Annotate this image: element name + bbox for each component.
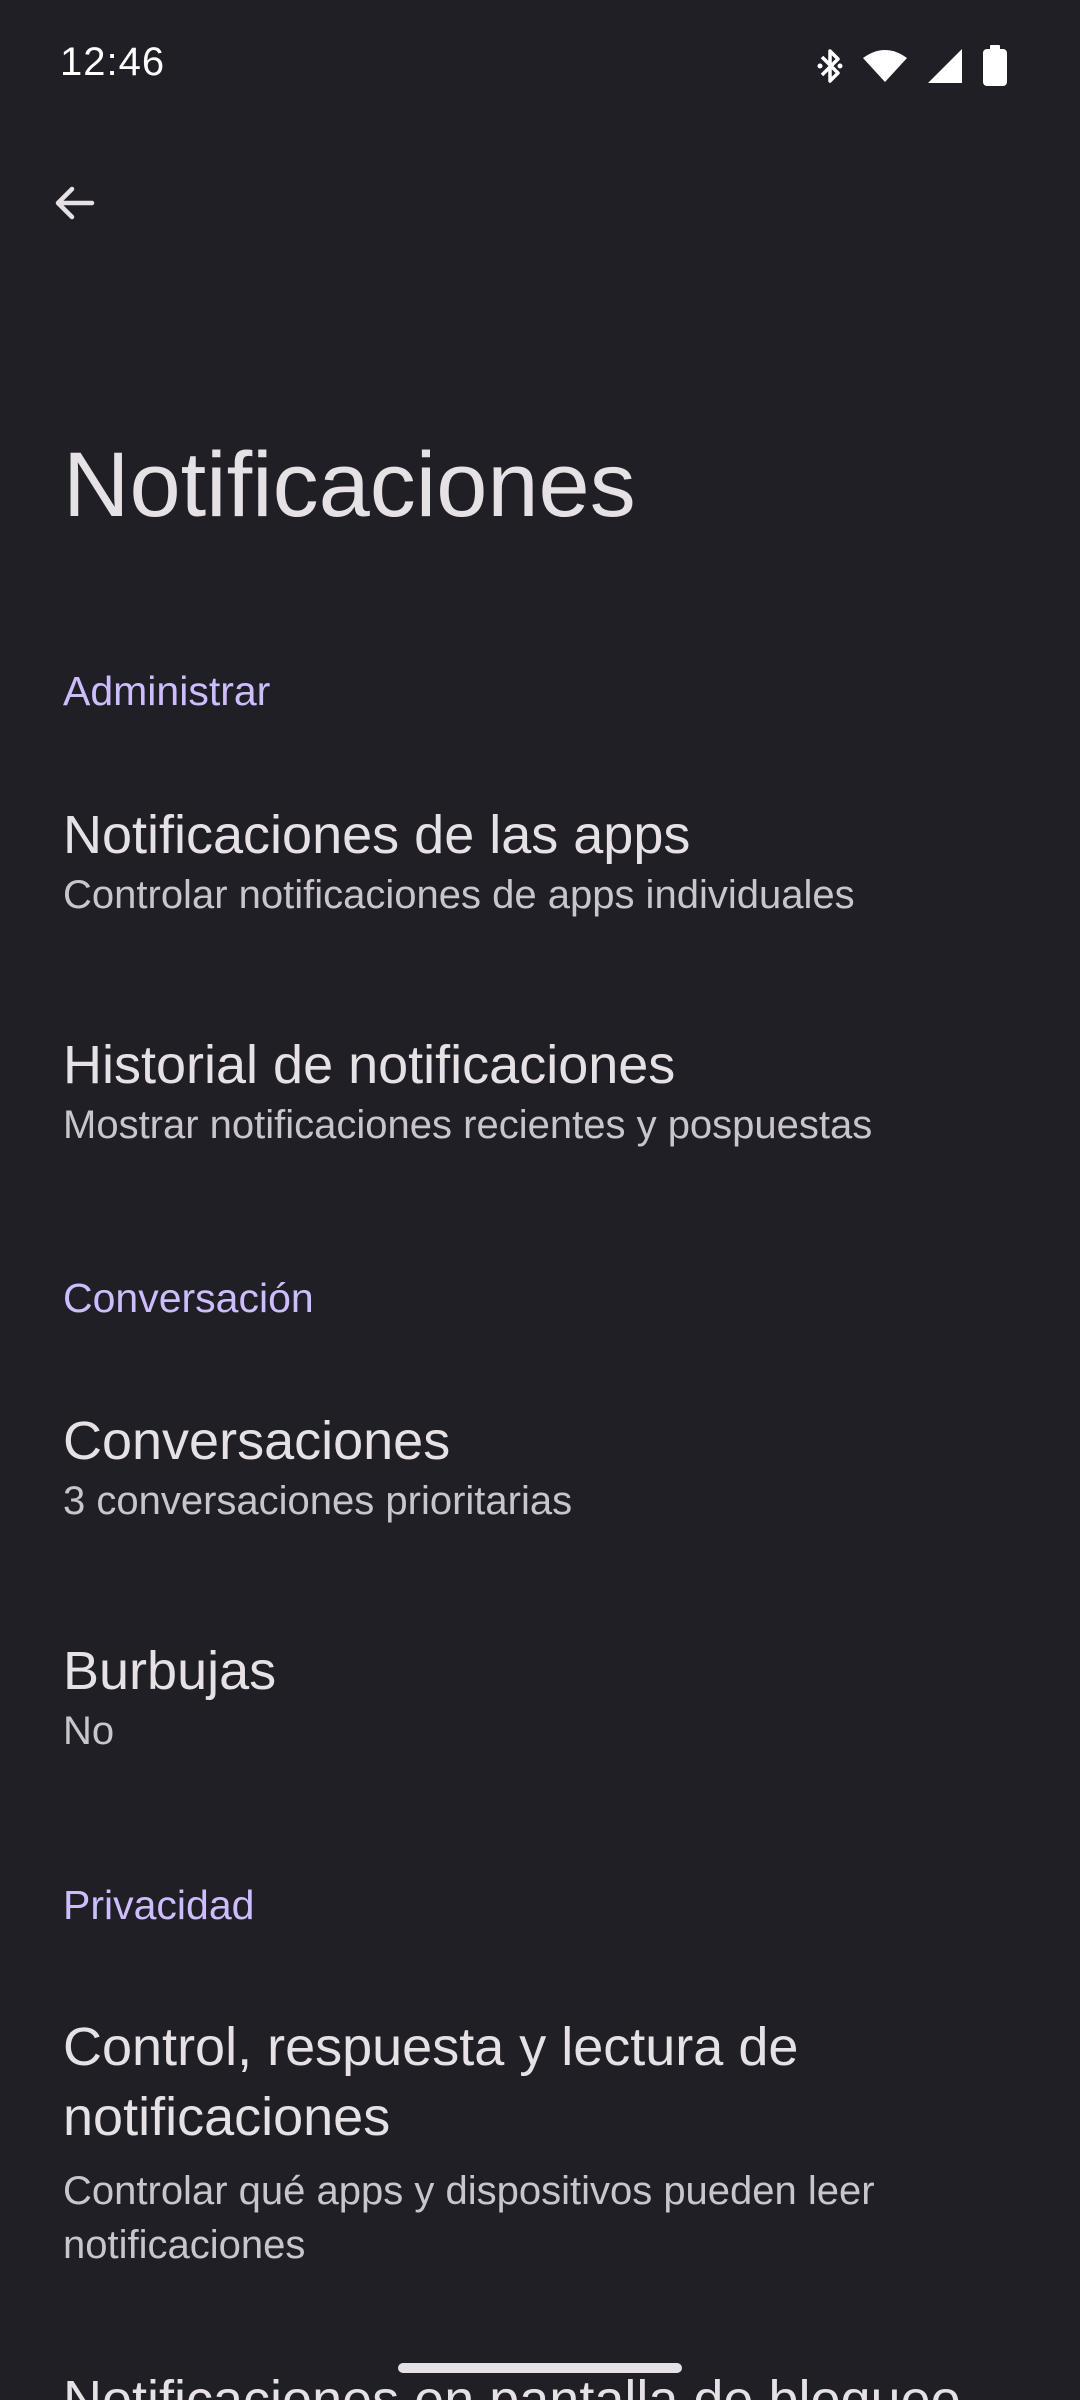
item-subtitle: 3 conversaciones prioritarias — [63, 1479, 573, 1523]
settings-screen: 12:46 Notificaciones Administrar Notific… — [0, 0, 1080, 2400]
status-time: 12:46 — [60, 40, 166, 84]
item-title: Control, respuesta y lectura de notifica… — [63, 2017, 799, 2147]
item-title: Notificaciones de las apps — [63, 805, 691, 865]
list-item-notification-access[interactable]: Control, respuesta y lectura de notifica… — [0, 1984, 1080, 2274]
status-icons — [816, 44, 1008, 88]
item-subtitle: Mostrar notificaciones recientes y pospu… — [63, 1103, 873, 1147]
item-subtitle: No — [63, 1709, 115, 1753]
item-subtitle: Controlar qué apps y dispositivos pueden… — [63, 2169, 875, 2267]
list-item-bubbles[interactable]: Burbujas No — [0, 1606, 1080, 1796]
item-title: Historial de notificaciones — [63, 1035, 676, 1095]
back-button[interactable] — [34, 165, 114, 245]
battery-icon — [982, 45, 1008, 87]
home-indicator[interactable] — [398, 2363, 682, 2373]
arrow-back-icon — [50, 179, 98, 232]
list-item-app-notifications[interactable]: Notificaciones de las apps Controlar not… — [0, 770, 1080, 960]
wifi-icon — [862, 48, 908, 84]
status-bar: 12:46 — [0, 0, 1080, 130]
section-header-privacidad: Privacidad — [63, 1882, 255, 1928]
signal-icon — [926, 47, 964, 85]
section-header-administrar: Administrar — [63, 668, 271, 714]
section-header-conversacion: Conversación — [63, 1275, 314, 1321]
list-item-conversations[interactable]: Conversaciones 3 conversaciones priorita… — [0, 1376, 1080, 1566]
item-subtitle: Controlar notificaciones de apps individ… — [63, 873, 855, 917]
bluetooth-icon — [816, 46, 844, 86]
item-title: Conversaciones — [63, 1411, 451, 1471]
list-item-notification-history[interactable]: Historial de notificaciones Mostrar noti… — [0, 1000, 1080, 1190]
page-title: Notificaciones — [63, 434, 636, 536]
item-title: Burbujas — [63, 1641, 277, 1701]
